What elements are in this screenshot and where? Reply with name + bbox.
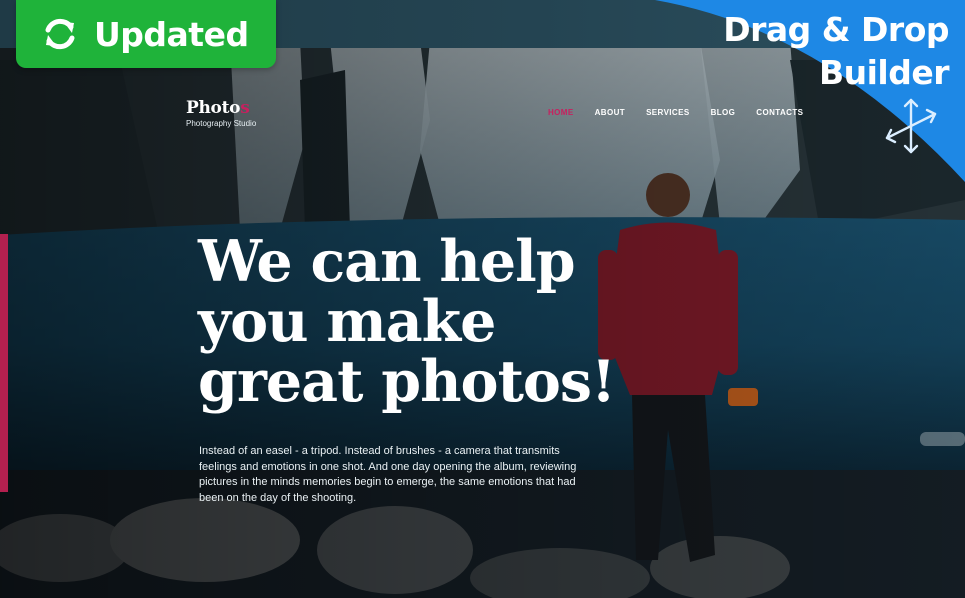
headline-line-2: you make bbox=[198, 288, 496, 355]
hero-headline: We can help you make great photos! bbox=[198, 232, 618, 412]
brand-name-main: Photo bbox=[186, 98, 241, 118]
headline-line-1: We can help bbox=[198, 228, 576, 295]
brand-tagline: Photography Studio bbox=[186, 119, 257, 128]
brand-name-accent: s bbox=[240, 98, 250, 118]
builder-line-2: Builder bbox=[818, 53, 950, 92]
builder-line-1: Drag & Drop bbox=[723, 10, 949, 49]
headline-line-3: great photos! bbox=[198, 348, 616, 415]
main-nav: HOME ABOUT SERVICES BLOG CONTACTS bbox=[548, 108, 824, 117]
updated-badge: Updated bbox=[16, 0, 276, 68]
brand-name: Photos bbox=[186, 98, 256, 118]
nav-item-home[interactable]: HOME bbox=[548, 108, 574, 117]
nav-item-services[interactable]: SERVICES bbox=[646, 108, 690, 117]
updated-label: Updated bbox=[94, 14, 249, 54]
nav-item-contacts[interactable]: CONTACTS bbox=[756, 108, 803, 117]
refresh-icon bbox=[45, 18, 75, 50]
hero-intro-text: Instead of an easel - a tripod. Instead … bbox=[199, 445, 577, 504]
move-arrows-icon bbox=[885, 98, 937, 154]
brand-logo[interactable]: Photos Photography Studio bbox=[186, 98, 256, 128]
nav-item-blog[interactable]: BLOG bbox=[711, 108, 736, 117]
nav-item-about[interactable]: ABOUT bbox=[595, 108, 625, 117]
side-accent-bar bbox=[0, 234, 8, 492]
builder-banner-text: Drag & Drop Builder bbox=[723, 8, 949, 94]
